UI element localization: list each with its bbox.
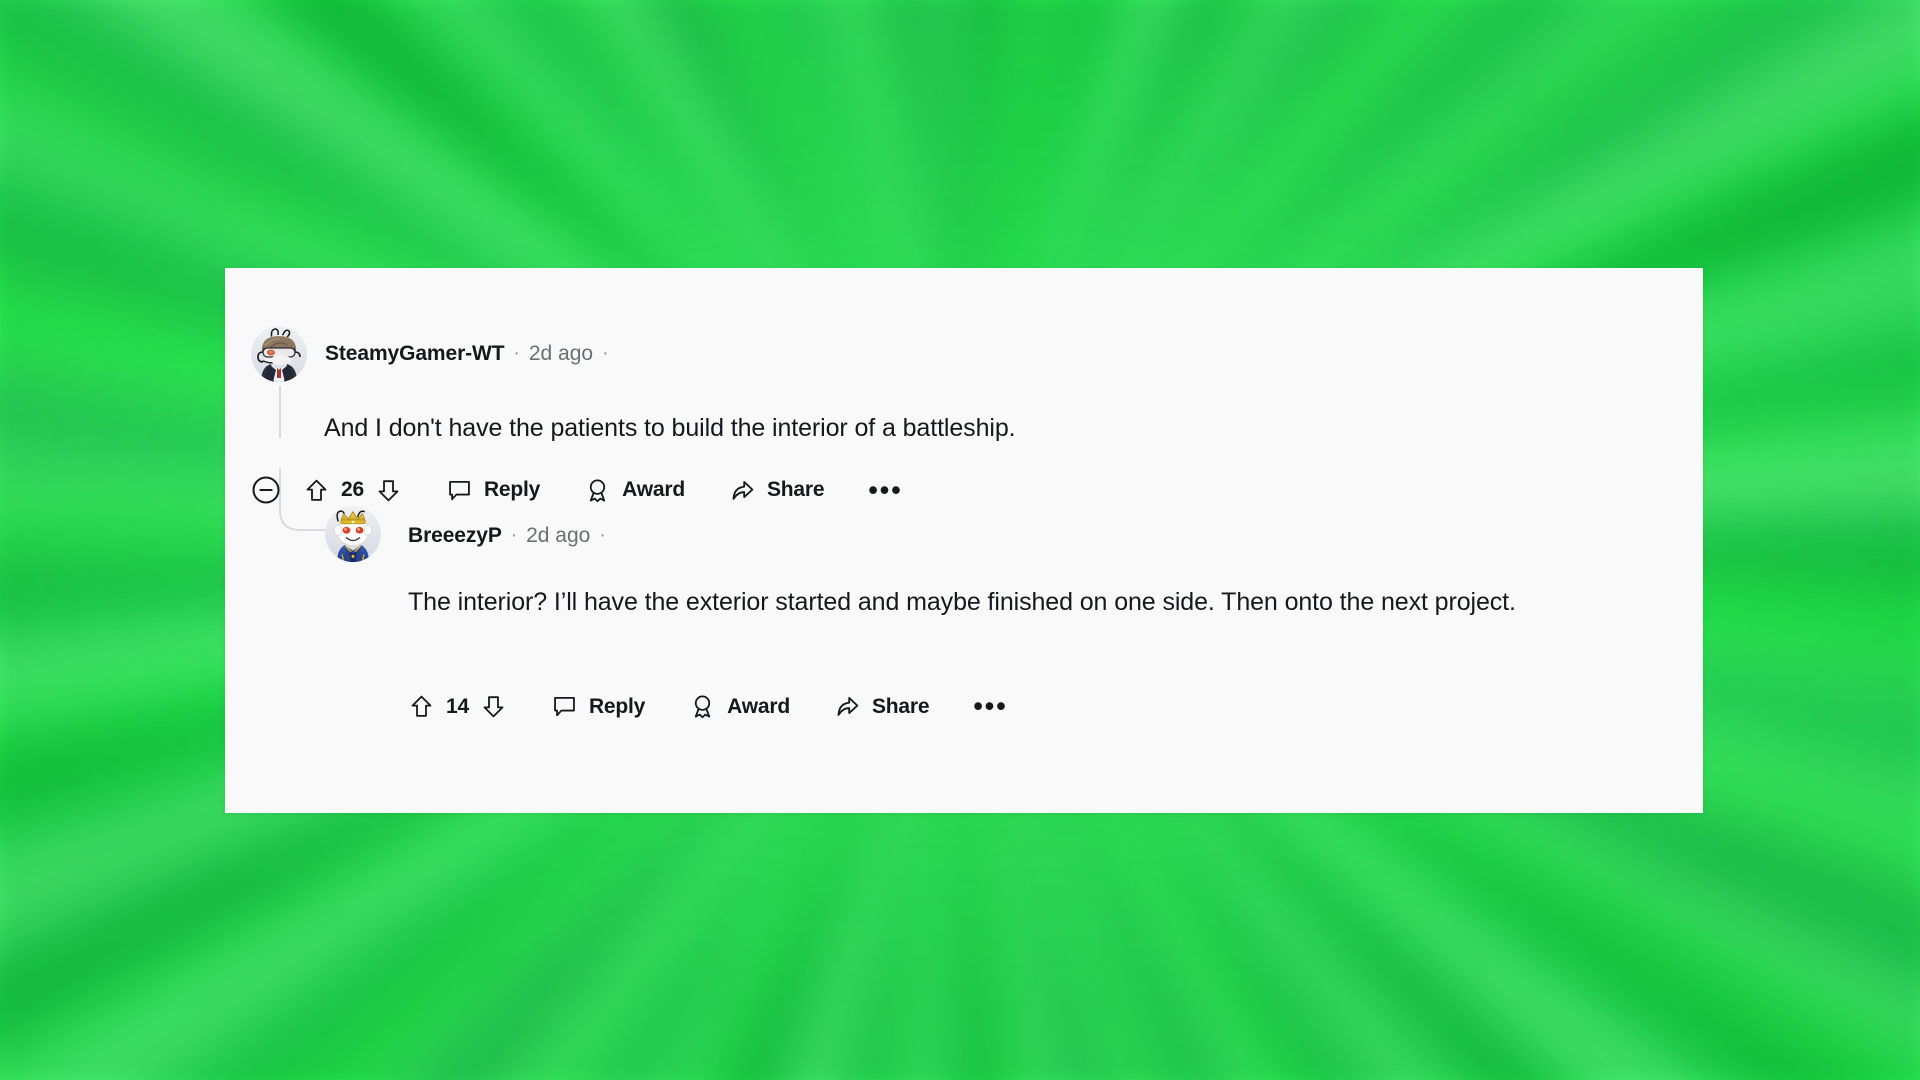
avatar-steamygamer-wrap[interactable]	[251, 326, 307, 382]
snoo-avatar-breeezyp[interactable]	[325, 506, 381, 562]
more-options-button[interactable]: •••	[973, 693, 1007, 720]
meta-separator-dot: ·	[510, 525, 518, 546]
more-options-dots-icon[interactable]: •••	[868, 476, 902, 503]
share-button[interactable]: Share	[729, 477, 825, 504]
reply-button[interactable]: Reply	[551, 693, 645, 720]
meta-trailing-dot: ·	[599, 525, 606, 546]
comment-body-root: And I don't have the patients to build t…	[324, 414, 1016, 442]
snoo-avatar-steamygamer[interactable]	[251, 326, 307, 382]
award-button[interactable]: Award	[584, 477, 685, 504]
share-label: Share	[871, 694, 930, 718]
downvote-button[interactable]	[480, 693, 507, 720]
comment-bubble-icon[interactable]	[551, 693, 578, 720]
comment-timestamp[interactable]: 2d ago	[529, 342, 593, 366]
avatar-breeezyp-wrap[interactable]	[325, 506, 381, 562]
upvote-button[interactable]	[303, 477, 330, 504]
collapse-thread-button[interactable]	[251, 475, 281, 505]
more-options-button[interactable]: •••	[868, 476, 902, 503]
comment-meta-reply: BreeezyP · 2d ago ·	[408, 524, 615, 548]
reply-label: Reply	[483, 478, 541, 501]
share-button[interactable]: Share	[834, 693, 930, 720]
comment-actions-root: 26 Reply Award Share •••	[251, 475, 903, 505]
downvote-arrow-icon[interactable]	[375, 477, 402, 504]
comment-timestamp[interactable]: 2d ago	[526, 524, 590, 548]
upvote-arrow-icon[interactable]	[408, 693, 435, 720]
meta-separator-dot: ·	[513, 343, 520, 364]
comment-body-reply: The interior? I’ll have the exterior sta…	[408, 588, 1516, 616]
collapse-minus-circle-icon[interactable]	[251, 475, 281, 505]
downvote-arrow-icon[interactable]	[480, 693, 507, 720]
more-options-dots-icon[interactable]: •••	[973, 693, 1007, 720]
share-arrow-icon[interactable]	[729, 477, 756, 504]
comment-meta-root: SteamyGamer-WT · 2d ago ·	[325, 342, 617, 366]
upvote-arrow-icon[interactable]	[303, 477, 330, 504]
thread-line-upper	[279, 386, 281, 438]
meta-trailing-dot: ·	[602, 343, 609, 364]
reply-label: Reply	[588, 694, 646, 718]
award-label: Award	[727, 694, 790, 718]
award-ribbon-icon[interactable]	[689, 693, 716, 720]
award-button[interactable]: Award	[689, 693, 790, 720]
username-link[interactable]: BreeezyP	[408, 524, 502, 548]
downvote-button[interactable]	[375, 477, 402, 504]
upvote-button[interactable]	[408, 693, 435, 720]
comment-card: SteamyGamer-WT · 2d ago · And I don't ha…	[225, 268, 1703, 813]
reply-button[interactable]: Reply	[446, 477, 540, 504]
award-label: Award	[622, 478, 685, 501]
share-arrow-icon[interactable]	[834, 693, 861, 720]
vote-score: 26	[341, 478, 364, 501]
share-label: Share	[766, 478, 825, 501]
vote-score: 14	[446, 694, 469, 718]
username-link[interactable]: SteamyGamer-WT	[325, 342, 505, 366]
award-ribbon-icon[interactable]	[584, 477, 611, 504]
comment-bubble-icon[interactable]	[446, 477, 473, 504]
comment-actions-reply: 14 Reply Award Share •••	[408, 693, 1008, 720]
